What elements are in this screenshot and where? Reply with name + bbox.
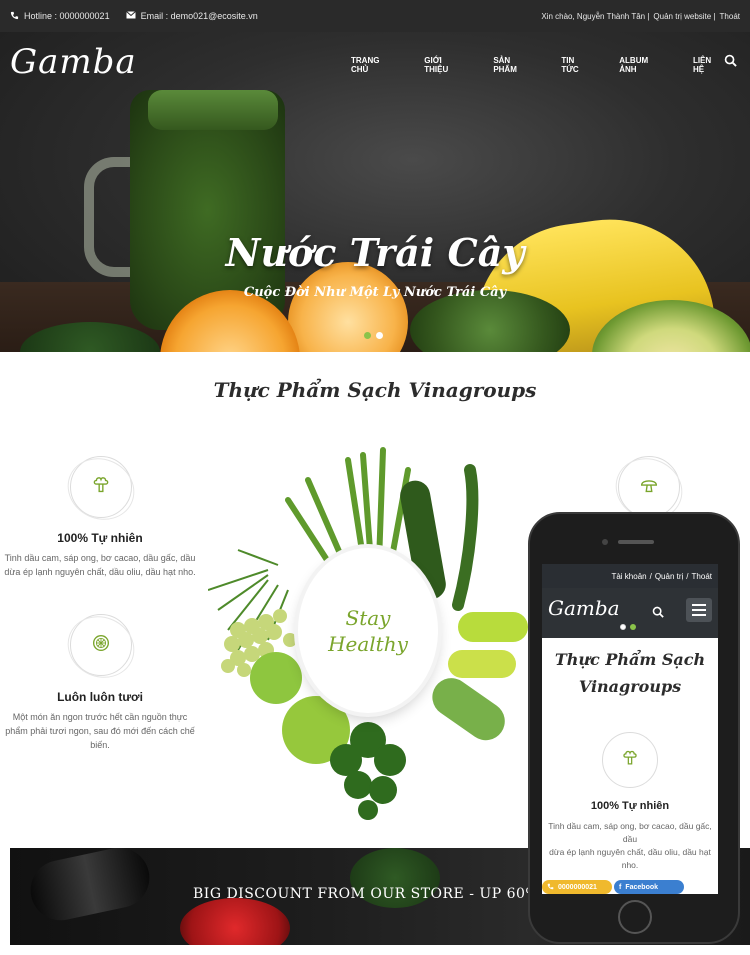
phone-feature-circle — [602, 732, 658, 788]
phone-contact-bar: 0000000021 f Facebook — [542, 880, 718, 894]
phone-logout-link[interactable]: Thoát — [692, 572, 712, 581]
menu-item-contact[interactable]: LIÊN HỆ — [693, 56, 724, 74]
phone-mockup: Tài khoản / Quản trị / Thoát Gamba Thực … — [528, 512, 740, 944]
menu-item-home[interactable]: TRANG CHỦ — [351, 56, 398, 74]
phone-feature-text: Tinh dầu cam, sáp ong, bơ cacao, dầu gấc… — [544, 820, 716, 872]
vegetables-illustration: Stay Healthy — [207, 440, 528, 820]
phone-slider-dot-1[interactable] — [620, 624, 626, 630]
logout-link[interactable]: Thoát — [720, 12, 740, 21]
main-nav: Gamba TRANG CHỦ GIỚI THIỆU SẢN PHẨM TIN … — [0, 32, 750, 92]
phone-camera — [602, 539, 608, 545]
flower-image — [180, 898, 290, 945]
feature-title-fresh: Luôn luôn tươi — [57, 690, 143, 704]
stay-healthy-plate: Stay Healthy — [298, 548, 438, 713]
facebook-icon: f — [619, 883, 622, 891]
feature-text-line: biến. — [90, 740, 110, 750]
hotline[interactable]: Hotline : 0000000021 — [10, 11, 110, 22]
section-title: Thực Phẩm Sạch Vinagroups — [213, 378, 537, 402]
phone-top-bar: Tài khoản / Quản trị / Thoát — [542, 564, 718, 588]
plate-line-2: Healthy — [328, 631, 408, 656]
phone-section-title: Thực Phẩm Sạch Vinagroups — [542, 646, 718, 700]
phone-title-line: Thực Phẩm Sạch — [554, 650, 706, 669]
menu-item-news[interactable]: TIN TỨC — [561, 56, 593, 74]
phone-feature-text-line: Tinh dầu cam, sáp ong, bơ cacao, dầu gấc… — [548, 821, 712, 844]
email[interactable]: Email : demo021@ecosite.vn — [125, 11, 258, 21]
menu-item-about[interactable]: GIỚI THIỆU — [424, 56, 467, 74]
bottle-image — [25, 848, 155, 926]
phone-slider-dot-2[interactable] — [630, 624, 636, 630]
feature-text-line: Một món ăn ngon trước hết cần nguồn thực — [12, 712, 188, 722]
phone-feature-text-line: dừa ép lạnh nguyên chất, dầu oliu, dầu h… — [549, 847, 711, 857]
feature-text-natural: Tinh dầu cam, sáp ong, bơ cacao, dầu gấc… — [0, 551, 200, 579]
top-bar: Hotline : 0000000021 Email : demo021@eco… — [0, 0, 750, 32]
phone-account-link[interactable]: Tài khoản — [611, 572, 646, 581]
slider-dots — [364, 332, 388, 339]
phone-slider-dots — [620, 624, 640, 630]
feature-title-natural: 100% Tự nhiên — [57, 531, 143, 545]
hero-title: Nước Trái Cây — [225, 230, 525, 275]
admin-link[interactable]: Quản trị website | — [653, 12, 715, 21]
lime-icon — [90, 632, 112, 659]
search-icon[interactable] — [652, 605, 664, 618]
phone-title-line: Vinagroups — [578, 677, 682, 696]
phone-speaker — [618, 540, 654, 544]
phone-logo[interactable]: Gamba — [548, 596, 620, 620]
hero-slider: Gamba TRANG CHỦ GIỚI THIỆU SẢN PHẨM TIN … — [0, 32, 750, 352]
broccoli-icon — [620, 748, 640, 773]
broccoli-icon — [90, 474, 112, 501]
phone-admin-link[interactable]: Quản trị — [655, 572, 683, 581]
phone-facebook-button[interactable]: f Facebook — [614, 880, 684, 894]
phone-icon — [10, 11, 19, 22]
discount-text: BIG DISCOUNT FROM OUR STORE - UP 60% O — [193, 886, 557, 902]
envelope-icon — [125, 11, 136, 21]
feature-icon-circle-1 — [70, 456, 132, 518]
search-icon[interactable] — [724, 54, 738, 68]
site-logo[interactable]: Gamba — [10, 42, 137, 82]
hamburger-menu-icon[interactable] — [686, 598, 712, 622]
phone-screen: Tài khoản / Quản trị / Thoát Gamba Thực … — [542, 564, 718, 894]
orange-slice-image — [288, 262, 408, 352]
hotline-text: Hotline : 0000000021 — [24, 11, 110, 21]
phone-facebook-label: Facebook — [625, 883, 659, 891]
feature-icon-circle-3 — [618, 456, 680, 518]
menu-item-album[interactable]: ALBUM ẢNH — [619, 56, 667, 74]
feature-text-line: dừa ép lạnh nguyên chất, dầu oliu, dầu h… — [4, 567, 196, 577]
phone-hotline-label: 0000000021 — [558, 883, 597, 891]
greeting-text: Xin chào, Nguyễn Thành Tân | — [541, 11, 650, 21]
phone-nav: Gamba — [542, 588, 718, 638]
jar-rim-image — [148, 90, 278, 130]
slider-dot-2[interactable] — [376, 332, 383, 339]
main-menu: TRANG CHỦ GIỚI THIỆU SẢN PHẨM TIN TỨC AL… — [351, 56, 750, 74]
mushroom-icon — [638, 474, 660, 501]
menu-item-products[interactable]: SẢN PHẨM — [493, 56, 535, 74]
user-links: Xin chào, Nguyễn Thành Tân | Quản trị we… — [537, 12, 740, 21]
hero-subtitle: Cuộc Đời Như Một Ly Nước Trái Cây — [243, 285, 507, 300]
phone-separator: / — [649, 571, 652, 581]
slider-dot-1[interactable] — [364, 332, 371, 339]
phone-feature-title: 100% Tự nhiên — [590, 800, 670, 812]
phone-feature-text-line: nho. — [621, 860, 639, 870]
plate-line-1: Stay — [345, 605, 391, 630]
feature-text-line: Tinh dầu cam, sáp ong, bơ cacao, dầu gấc… — [4, 553, 196, 563]
feature-text-line: phẩm phải tươi ngon, sau đó mới đến cách… — [5, 726, 195, 736]
email-text: Email : demo021@ecosite.vn — [140, 11, 258, 21]
phone-hotline-button[interactable]: 0000000021 — [542, 880, 612, 894]
feature-text-fresh: Một món ăn ngon trước hết cần nguồn thực… — [0, 710, 200, 752]
phone-home-button — [618, 900, 652, 934]
phone-icon — [547, 883, 554, 892]
phone-separator: / — [686, 571, 689, 581]
feature-icon-circle-2 — [70, 614, 132, 676]
